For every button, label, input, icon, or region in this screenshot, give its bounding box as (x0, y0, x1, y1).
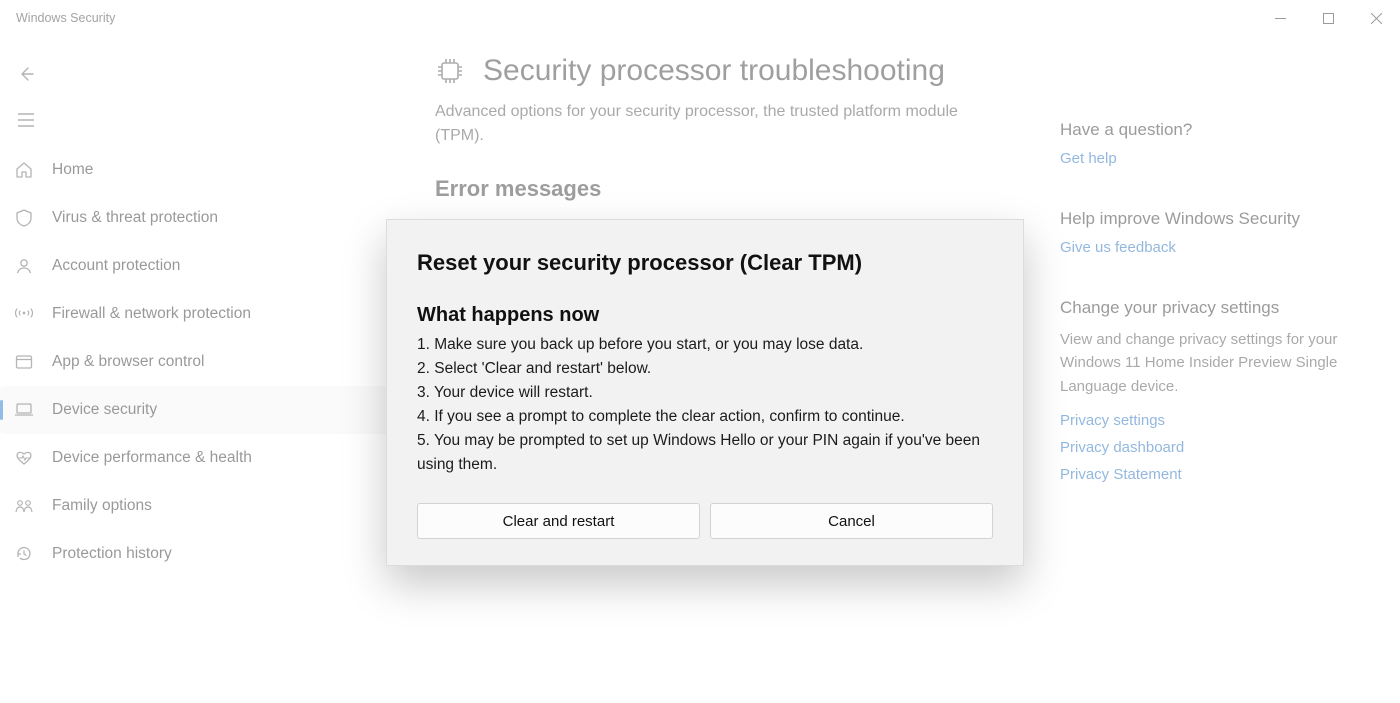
page-subtitle: Advanced options for your security proce… (435, 100, 995, 148)
clear-tpm-dialog: Reset your security processor (Clear TPM… (386, 219, 1024, 566)
dialog-step: 1. Make sure you back up before you star… (417, 333, 993, 357)
nav-list: Home Virus & threat protection Account p… (0, 146, 395, 578)
sidebar-item-label: App & browser control (52, 353, 205, 371)
cancel-button[interactable]: Cancel (710, 503, 993, 539)
dialog-step: 2. Select 'Clear and restart' below. (417, 357, 993, 381)
family-icon (14, 496, 34, 516)
page-header: Security processor troubleshooting (435, 54, 1035, 88)
sidebar-item-label: Virus & threat protection (52, 209, 218, 227)
aside-feedback: Help improve Windows Security Give us fe… (1060, 209, 1370, 256)
hamburger-icon (18, 113, 34, 127)
sidebar-item-label: Protection history (52, 545, 172, 563)
antenna-icon (14, 304, 34, 324)
person-icon (14, 256, 34, 276)
section-error-messages: Error messages (435, 176, 1035, 202)
maximize-button[interactable] (1304, 0, 1352, 36)
sidebar-item-label: Account protection (52, 257, 180, 275)
sidebar-item-account[interactable]: Account protection (0, 242, 395, 290)
sidebar-item-home[interactable]: Home (0, 146, 395, 194)
window-title: Windows Security (16, 11, 115, 25)
back-button[interactable] (4, 54, 48, 94)
aside-question-heading: Have a question? (1060, 120, 1370, 140)
sidebar-item-device-security[interactable]: Device security (0, 386, 395, 434)
menu-button[interactable] (4, 100, 48, 140)
dialog-title: Reset your security processor (Clear TPM… (417, 250, 993, 276)
sidebar-item-virus[interactable]: Virus & threat protection (0, 194, 395, 242)
back-arrow-icon (18, 66, 34, 82)
minimize-button[interactable] (1256, 0, 1304, 36)
dialog-step: 4. If you see a prompt to complete the c… (417, 405, 993, 429)
shield-icon (14, 208, 34, 228)
sidebar-item-label: Device performance & health (52, 449, 252, 467)
heart-icon (14, 448, 34, 468)
aside-question: Have a question? Get help (1060, 120, 1370, 167)
browser-icon (14, 352, 34, 372)
sidebar-item-app-browser[interactable]: App & browser control (0, 338, 395, 386)
aside: Have a question? Get help Help improve W… (1060, 120, 1370, 525)
window-controls (1256, 0, 1400, 36)
aside-privacy: Change your privacy settings View and ch… (1060, 298, 1370, 483)
dialog-body: 1. Make sure you back up before you star… (417, 333, 993, 477)
sidebar-item-firewall[interactable]: Firewall & network protection (0, 290, 395, 338)
home-icon (14, 160, 34, 180)
page-title: Security processor troubleshooting (483, 54, 945, 88)
left-column: Home Virus & threat protection Account p… (0, 36, 410, 578)
chip-icon (435, 56, 465, 86)
close-icon (1371, 13, 1382, 24)
minimize-icon (1275, 13, 1286, 24)
privacy-settings-link[interactable]: Privacy settings (1060, 412, 1370, 429)
sidebar-item-label: Firewall & network protection (52, 305, 251, 323)
dialog-step: 3. Your device will restart. (417, 381, 993, 405)
get-help-link[interactable]: Get help (1060, 150, 1370, 167)
privacy-dashboard-link[interactable]: Privacy dashboard (1060, 439, 1370, 456)
dialog-buttons: Clear and restart Cancel (417, 503, 993, 539)
sidebar-item-history[interactable]: Protection history (0, 530, 395, 578)
dialog-subtitle: What happens now (417, 304, 993, 327)
sidebar-item-label: Device security (52, 401, 157, 419)
maximize-icon (1323, 13, 1334, 24)
privacy-statement-link[interactable]: Privacy Statement (1060, 466, 1370, 483)
sidebar-item-family[interactable]: Family options (0, 482, 395, 530)
sidebar-item-label: Home (52, 161, 93, 179)
titlebar: Windows Security (0, 0, 1400, 36)
feedback-link[interactable]: Give us feedback (1060, 239, 1370, 256)
aside-privacy-heading: Change your privacy settings (1060, 298, 1370, 318)
clear-and-restart-button[interactable]: Clear and restart (417, 503, 700, 539)
sidebar-item-label: Family options (52, 497, 152, 515)
laptop-icon (14, 400, 34, 420)
close-button[interactable] (1352, 0, 1400, 36)
sidebar-item-performance[interactable]: Device performance & health (0, 434, 395, 482)
dialog-step: 5. You may be prompted to set up Windows… (417, 429, 993, 477)
history-icon (14, 544, 34, 564)
aside-feedback-heading: Help improve Windows Security (1060, 209, 1370, 229)
aside-privacy-desc: View and change privacy settings for you… (1060, 328, 1370, 398)
